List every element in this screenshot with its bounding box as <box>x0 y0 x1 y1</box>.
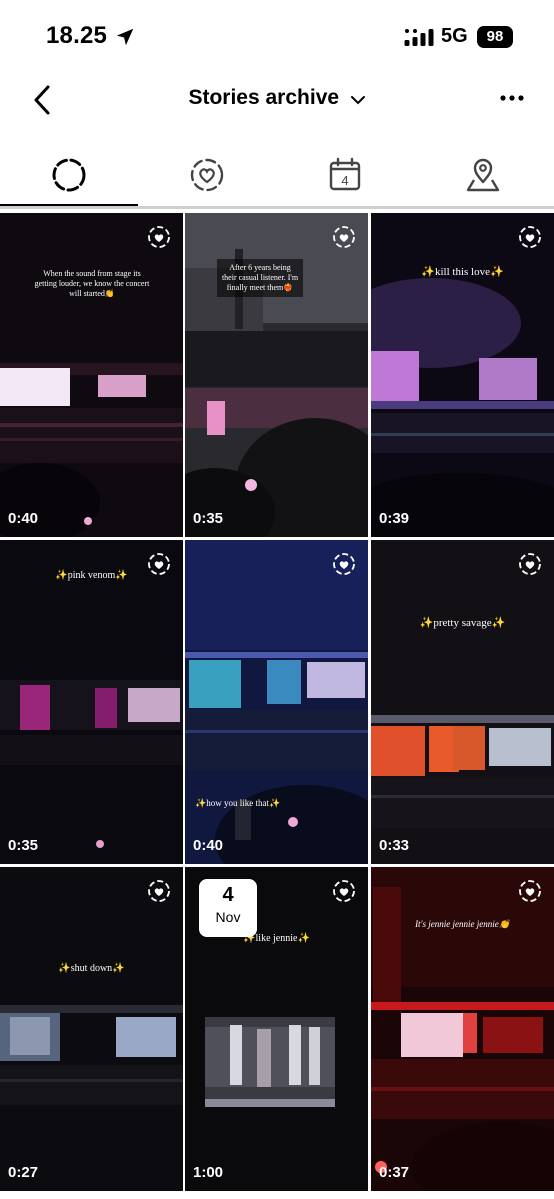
story-caption: After 6 years being their casual listene… <box>217 259 303 297</box>
header: Stories archive <box>0 72 554 132</box>
story-thumbnail-1[interactable]: When the sound from stage its getting lo… <box>0 213 183 537</box>
status-time: 18.25 <box>46 22 108 49</box>
story-duration: 0:27 <box>8 1164 39 1181</box>
story-image <box>185 540 368 864</box>
story-duration: 0:40 <box>8 510 39 527</box>
heart-circle-icon <box>148 553 170 575</box>
map-pin-icon <box>466 158 500 192</box>
dashed-circle-icon <box>52 158 86 192</box>
network-type: 5G <box>441 25 468 47</box>
story-thumbnail-6[interactable]: ✨pretty savage✨ 0:33 <box>371 540 554 864</box>
title-dropdown[interactable]: Stories archive <box>0 86 554 110</box>
story-image <box>0 867 183 1191</box>
date-day: 4 <box>222 884 234 906</box>
heart-circle-icon <box>519 553 541 575</box>
story-duration: 0:35 <box>193 510 224 527</box>
story-thumbnail-2[interactable]: After 6 years being their casual listene… <box>185 213 368 537</box>
heart-circle-icon <box>333 880 355 902</box>
signal-icon <box>404 29 434 46</box>
heart-circle-icon <box>519 880 541 902</box>
story-thumbnail-5[interactable]: ✨how you like that✨ 0:40 <box>185 540 368 864</box>
page-title: Stories archive <box>188 86 340 109</box>
more-options-icon[interactable] <box>498 86 526 110</box>
story-duration: 0:35 <box>8 837 39 854</box>
story-thumbnail-7[interactable]: ✨shut down✨ 0:27 <box>0 867 183 1191</box>
chevron-down-icon <box>350 95 365 105</box>
story-image <box>371 213 554 537</box>
date-month: Nov <box>215 909 241 925</box>
story-caption: ✨shut down✨ <box>58 963 125 974</box>
story-caption: When the sound from stage its getting lo… <box>34 269 150 298</box>
archive-tabs: 4 <box>0 144 554 208</box>
story-thumbnail-3[interactable]: ✨kill this love✨ 0:39 <box>371 213 554 537</box>
tab-stories[interactable] <box>0 144 138 207</box>
story-duration: 0:40 <box>193 837 224 854</box>
status-bar: 18.25 5G 98 <box>0 0 554 72</box>
story-thumbnail-9[interactable]: It's jennie jennie jennie👏 0:37 <box>371 867 554 1191</box>
story-caption: It's jennie jennie jennie👏 <box>415 919 510 929</box>
story-duration: 1:00 <box>193 1164 224 1181</box>
story-image <box>0 540 183 864</box>
date-badge: 4 Nov <box>199 879 257 937</box>
story-duration: 0:37 <box>379 1164 410 1181</box>
story-caption: ✨kill this love✨ <box>421 266 504 278</box>
battery-indicator: 98 <box>477 26 513 48</box>
story-image <box>371 867 554 1191</box>
stories-grid: When the sound from stage its getting lo… <box>0 209 554 1199</box>
tab-highlights[interactable] <box>138 144 276 206</box>
heart-circle-icon <box>148 880 170 902</box>
location-arrow-icon <box>116 28 134 46</box>
story-thumbnail-4[interactable]: ✨pink venom✨ 0:35 <box>0 540 183 864</box>
story-image <box>371 540 554 864</box>
tab-calendar[interactable]: 4 <box>276 144 414 206</box>
calendar-icon: 4 <box>329 157 361 191</box>
story-caption: ✨how you like that✨ <box>195 798 281 808</box>
calendar-icon-label: 4 <box>341 173 348 188</box>
tab-map[interactable] <box>414 144 552 206</box>
story-duration: 0:33 <box>379 837 410 854</box>
story-duration: 0:39 <box>379 510 410 527</box>
story-caption: ✨pretty savage✨ <box>419 617 506 629</box>
heart-circle-icon <box>333 226 355 248</box>
heart-circle-icon <box>333 553 355 575</box>
heart-circle-icon <box>519 226 541 248</box>
story-thumbnail-8[interactable]: ✨like jennie✨ 4 Nov 1:00 <box>185 867 368 1191</box>
heart-circle-icon <box>148 226 170 248</box>
heart-circle-icon <box>190 158 224 192</box>
story-image <box>0 213 183 537</box>
